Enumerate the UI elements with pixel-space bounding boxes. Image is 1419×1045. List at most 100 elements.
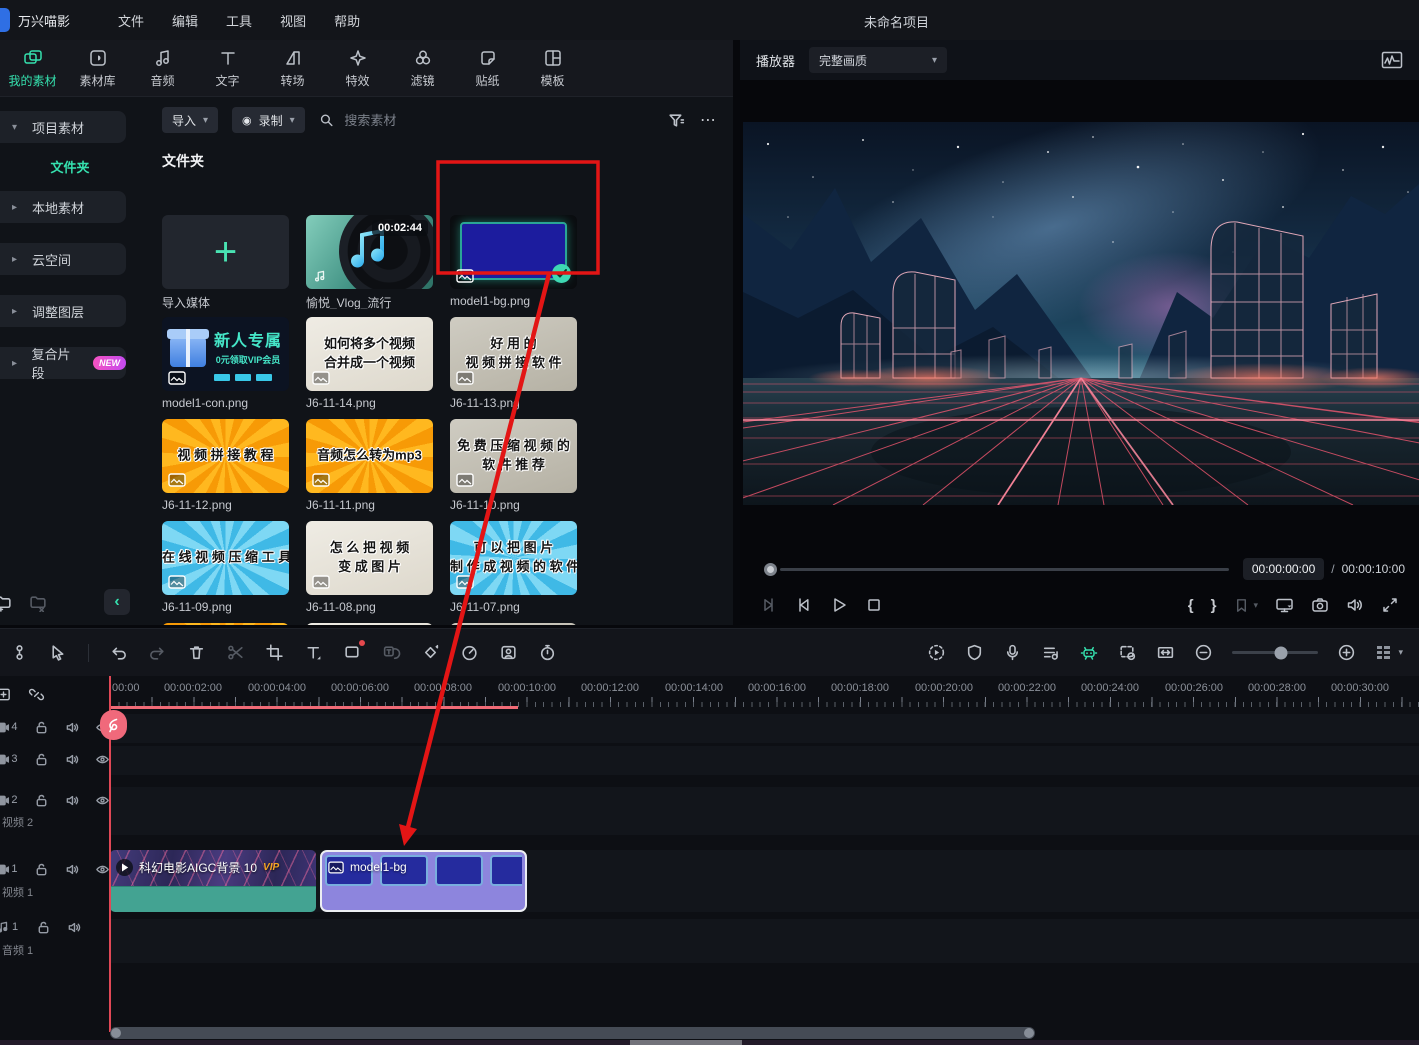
tile-j6-11-13[interactable]: 好 用 的视 频 拼 接 软 件 J6-11-13.png: [450, 317, 577, 411]
keyframe-button[interactable]: [421, 643, 440, 662]
add-folder-icon[interactable]: [0, 593, 13, 612]
timeline-zoom-slider[interactable]: [1232, 651, 1318, 654]
sidebar-item-adjustment-layer[interactable]: ▸ 调整图层: [0, 295, 126, 327]
track-manager-button[interactable]: ▾: [1375, 644, 1403, 661]
lock-icon[interactable]: [34, 720, 49, 735]
lock-icon[interactable]: [36, 920, 51, 935]
tile-j6-11-07[interactable]: 可 以 把 图 片制 作 成 视 频 的 软 件 J6-11-07.png: [450, 521, 577, 615]
sidebar-item-local-media[interactable]: ▸ 本地素材: [0, 191, 126, 223]
ai-portrait-button[interactable]: [499, 643, 518, 662]
preview-quality-button[interactable]: [1118, 643, 1137, 662]
record-button[interactable]: ◉ 录制 ▾: [232, 107, 305, 133]
visibility-eye-icon[interactable]: [95, 862, 110, 877]
timeline-horizontal-scrollbar[interactable]: [110, 1027, 1035, 1039]
tab-stock-media[interactable]: 素材库: [65, 40, 130, 96]
mark-in-button[interactable]: {: [1188, 597, 1194, 614]
marker-button[interactable]: ▾: [1233, 597, 1258, 614]
tile-j6-11-10[interactable]: 免 费 压 缩 视 频 的软 件 推 荐 J6-11-10.png: [450, 419, 577, 513]
delete-folder-icon[interactable]: [29, 593, 48, 612]
tile-j6-11-14[interactable]: 如何将多个视频合并成一个视频 J6-11-14.png: [306, 317, 433, 411]
tile-j6-11-11[interactable]: 音频怎么转为mp3 J6-11-11.png: [306, 419, 433, 513]
undo-button[interactable]: [109, 643, 128, 662]
snapshot-button[interactable]: [1311, 596, 1329, 614]
tile-audio-clip[interactable]: 00:02:44 愉悦_Vlog_流行: [306, 215, 433, 309]
speed-button[interactable]: [460, 643, 479, 662]
unlink-icon[interactable]: [28, 686, 45, 703]
split-scissors-button[interactable]: [226, 643, 245, 662]
mute-icon[interactable]: [67, 920, 82, 935]
lock-icon[interactable]: [34, 862, 49, 877]
audio-mixer-button[interactable]: [1041, 643, 1060, 662]
menu-help[interactable]: 帮助: [320, 11, 374, 30]
track-lane-4[interactable]: [110, 714, 1419, 743]
tab-effects[interactable]: 特效: [325, 40, 390, 96]
display-mode-button[interactable]: [1275, 596, 1294, 614]
sidebar-item-folder-selected[interactable]: 文件夹: [0, 151, 140, 181]
sidebar-item-compound-clip[interactable]: ▸ 复合片段 NEW: [0, 347, 126, 379]
text-tool-button[interactable]: [304, 643, 323, 662]
tab-filters[interactable]: 滤镜: [390, 40, 455, 96]
search-box[interactable]: [319, 112, 653, 129]
menu-tools[interactable]: 工具: [212, 11, 266, 30]
crop-button[interactable]: [265, 643, 284, 662]
ai-assistant-robot-button[interactable]: [1079, 643, 1099, 662]
filter-funnel-icon[interactable]: [667, 111, 686, 130]
tile-partial-2[interactable]: 4款免费的: [306, 623, 433, 625]
audio-lane-1[interactable]: [110, 919, 1419, 963]
redo-button[interactable]: [148, 643, 167, 662]
tab-text[interactable]: 文字: [195, 40, 260, 96]
delete-button[interactable]: [187, 643, 206, 662]
tab-my-media[interactable]: 我的素材: [0, 40, 65, 96]
tile-partial-1[interactable]: [162, 623, 289, 625]
render-preview-button[interactable]: [927, 643, 946, 662]
clip-model1-bg-selected[interactable]: model1-bg: [320, 850, 527, 912]
menu-edit[interactable]: 编辑: [158, 11, 212, 30]
mute-icon[interactable]: [65, 862, 80, 877]
tile-model1-bg[interactable]: model1-bg.png: [450, 215, 577, 309]
visibility-eye-icon[interactable]: [95, 752, 110, 767]
add-track-icon[interactable]: [0, 686, 12, 703]
mute-icon[interactable]: [65, 720, 80, 735]
mask-tool-button[interactable]: [343, 643, 362, 662]
tab-templates[interactable]: 模板: [520, 40, 585, 96]
playhead-grip[interactable]: [100, 710, 127, 740]
menu-view[interactable]: 视图: [266, 11, 320, 30]
sidebar-item-cloud[interactable]: ▸ 云空间: [0, 243, 126, 275]
volume-button[interactable]: [1346, 596, 1364, 614]
shield-button[interactable]: [965, 643, 984, 662]
zoom-out-button[interactable]: [1194, 643, 1213, 662]
mute-icon[interactable]: [65, 752, 80, 767]
zoom-slider-handle[interactable]: [1274, 646, 1287, 659]
fit-timeline-button[interactable]: [1156, 643, 1175, 662]
track-tool-icon[interactable]: [10, 643, 29, 662]
mute-icon[interactable]: [65, 793, 80, 808]
sidebar-item-project-media[interactable]: ▾ 项目素材: [0, 111, 126, 143]
tile-j6-11-09[interactable]: 在 线 视 频 压 缩 工 具 J6-11-09.png: [162, 521, 289, 615]
timer-button[interactable]: [538, 643, 557, 662]
voiceover-mic-button[interactable]: [1003, 643, 1022, 662]
select-tool-icon[interactable]: [49, 643, 68, 662]
quality-dropdown[interactable]: 完整画质 ▾: [809, 47, 947, 73]
zoom-in-button[interactable]: [1337, 643, 1356, 662]
scrubber-handle[interactable]: [764, 563, 777, 576]
menu-file[interactable]: 文件: [104, 11, 158, 30]
player-scrubber[interactable]: 00:00:00:00 / 00:00:10:00: [740, 556, 1419, 582]
lock-icon[interactable]: [34, 793, 49, 808]
tile-j6-11-08[interactable]: 怎 么 把 视 频变 成 图 片 J6-11-08.png: [306, 521, 433, 615]
more-options-icon[interactable]: ⋯: [700, 110, 717, 130]
visibility-eye-icon[interactable]: [95, 793, 110, 808]
tab-transition[interactable]: 转场: [260, 40, 325, 96]
fullscreen-button[interactable]: [1381, 596, 1399, 614]
tab-audio[interactable]: 音频: [130, 40, 195, 96]
next-frame-button[interactable]: [795, 596, 813, 614]
search-input[interactable]: [342, 112, 653, 129]
scope-monitor-icon[interactable]: [1381, 51, 1403, 69]
track-lane-3[interactable]: [110, 746, 1419, 775]
scrubber-track[interactable]: [780, 568, 1229, 571]
stop-button[interactable]: [865, 596, 883, 614]
track-lane-2[interactable]: [110, 787, 1419, 835]
import-button[interactable]: 导入 ▾: [162, 107, 218, 133]
collapse-panel-button[interactable]: ‹: [104, 589, 130, 615]
previous-frame-button[interactable]: [760, 596, 778, 614]
speech-to-text-button[interactable]: [382, 643, 401, 662]
